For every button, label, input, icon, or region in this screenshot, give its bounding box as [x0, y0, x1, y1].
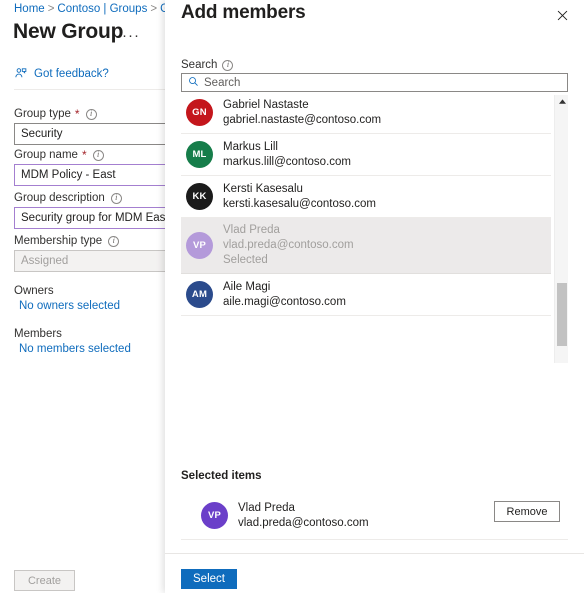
breadcrumb-separator-2: >	[150, 3, 158, 15]
search-placeholder: Search	[204, 76, 241, 89]
info-icon[interactable]: i	[222, 59, 234, 71]
screen: Home>Contoso | Groups>Gr New Group ··· G…	[0, 0, 584, 593]
list-item-email: vlad.preda@contoso.com	[223, 239, 354, 251]
scroll-up-icon[interactable]	[555, 95, 569, 108]
add-members-dialog: Add members Search i Search GN Gabriel N…	[165, 0, 584, 593]
field-group-name: Group name * i MDM Policy - East	[14, 149, 176, 186]
search-label-text: Search	[181, 59, 218, 71]
scrollbar-thumb[interactable]	[557, 283, 567, 346]
got-feedback-label: Got feedback?	[34, 67, 109, 80]
avatar: VP	[186, 232, 213, 259]
label-text: Membership type	[14, 235, 103, 247]
members-label: Members	[14, 328, 62, 340]
breadcrumb-separator: >	[47, 3, 55, 15]
people-list[interactable]: aile.magi@contoso.com GN Gabriel Nastast…	[181, 95, 568, 363]
search-icon	[188, 74, 199, 92]
list-item-state: Selected	[223, 254, 268, 266]
list-item[interactable]: GN Gabriel Nastaste gabriel.nastaste@con…	[181, 95, 551, 134]
list-scrollbar[interactable]	[554, 95, 568, 363]
selected-item-row: VP Vlad Preda vlad.preda@contoso.com Rem…	[181, 492, 568, 540]
breadcrumb: Home>Contoso | Groups>Gr	[14, 3, 173, 15]
required-marker: *	[81, 148, 87, 162]
list-item[interactable]: AM Aile Magi aile.magi@contoso.com	[181, 274, 551, 316]
more-options-button[interactable]: ···	[122, 28, 140, 43]
row-text: Gabriel Nastaste gabriel.nastaste@contos…	[223, 98, 381, 128]
membership-type-value: Assigned	[21, 255, 69, 267]
page-title: New Group	[13, 20, 124, 43]
required-marker: *	[74, 107, 80, 121]
info-icon[interactable]: i	[108, 235, 120, 247]
list-item-email: aile.magi@contoso.com	[223, 295, 346, 308]
dialog-title: Add members	[181, 2, 306, 23]
info-icon[interactable]: i	[92, 149, 104, 161]
dialog-footer-divider	[165, 553, 584, 554]
list-item-name: Markus Lill	[223, 140, 278, 153]
selected-item-name: Vlad Preda	[238, 501, 295, 514]
row-text: Vlad Preda vlad.preda@contoso.com Select…	[223, 223, 354, 268]
avatar: AM	[186, 281, 213, 308]
new-group-page: Home>Contoso | Groups>Gr New Group ··· G…	[0, 0, 176, 593]
close-icon[interactable]	[551, 4, 573, 26]
group-name-value: MDM Policy - East	[21, 169, 116, 181]
row-text: Markus Lill markus.lill@contoso.com	[223, 140, 351, 170]
field-group-type: Group type * i Security	[14, 108, 176, 145]
group-type-select[interactable]: Security	[14, 123, 176, 145]
list-item-name: Kersti Kasesalu	[223, 182, 303, 195]
list-item-selected[interactable]: VP Vlad Preda vlad.preda@contoso.com Sel…	[181, 218, 551, 274]
got-feedback-button[interactable]: Got feedback?	[14, 67, 109, 80]
create-button: Create	[14, 570, 75, 591]
field-group-description: Group description i Security group for M…	[14, 192, 176, 229]
list-item-email: markus.lill@contoso.com	[223, 155, 351, 168]
row-text: Aile Magi aile.magi@contoso.com	[223, 280, 346, 310]
field-membership-type: Membership type i Assigned	[14, 235, 176, 272]
info-icon[interactable]: i	[110, 192, 122, 204]
feedback-person-icon	[14, 67, 27, 80]
label-text: Group description	[14, 192, 105, 204]
select-button[interactable]: Select	[181, 569, 237, 589]
info-icon[interactable]: i	[85, 108, 97, 120]
list-item[interactable]: ML Markus Lill markus.lill@contoso.com	[181, 134, 551, 176]
row-text: Kersti Kasesalu kersti.kasesalu@contoso.…	[223, 182, 376, 212]
membership-type-select: Assigned	[14, 250, 176, 272]
section-owners: Owners No owners selected	[14, 285, 176, 312]
group-description-value: Security group for MDM East	[21, 212, 169, 224]
field-group-type-label: Group type * i	[14, 108, 176, 120]
list-item-name: Aile Magi	[223, 280, 271, 293]
avatar: ML	[186, 141, 213, 168]
avatar: KK	[186, 183, 213, 210]
members-select-link[interactable]: No members selected	[14, 343, 176, 355]
selected-items-heading: Selected items	[181, 470, 262, 482]
selected-item-email: vlad.preda@contoso.com	[238, 516, 369, 529]
field-group-description-label: Group description i	[14, 192, 176, 204]
field-group-name-label: Group name * i	[14, 149, 176, 161]
field-membership-type-label: Membership type i	[14, 235, 176, 247]
group-name-input[interactable]: MDM Policy - East	[14, 164, 176, 186]
breadcrumb-item-contoso-groups[interactable]: Contoso | Groups	[57, 3, 147, 15]
people-list-rows: aile.magi@contoso.com GN Gabriel Nastast…	[181, 95, 551, 316]
label-text: Group name	[14, 149, 78, 161]
list-item-email: gabriel.nastaste@contoso.com	[223, 113, 382, 126]
remove-button[interactable]: Remove	[494, 501, 560, 522]
section-members: Members No members selected	[14, 328, 176, 355]
row-text: Vlad Preda vlad.preda@contoso.com	[238, 501, 369, 531]
group-type-value: Security	[21, 128, 63, 140]
label-text: Group type	[14, 108, 71, 120]
avatar: VP	[201, 502, 228, 529]
list-item-email: kersti.kasesalu@contoso.com	[223, 197, 376, 210]
search-label: Search i	[181, 59, 234, 71]
owners-label: Owners	[14, 285, 54, 297]
divider-top	[14, 89, 176, 90]
breadcrumb-item-home[interactable]: Home	[14, 3, 45, 15]
avatar: GN	[186, 99, 213, 126]
group-description-input[interactable]: Security group for MDM East	[14, 207, 176, 229]
list-item-name: Vlad Preda	[223, 224, 280, 236]
owners-select-link[interactable]: No owners selected	[14, 300, 176, 312]
list-item-name: Gabriel Nastaste	[223, 98, 309, 111]
list-item[interactable]: KK Kersti Kasesalu kersti.kasesalu@conto…	[181, 176, 551, 218]
search-input[interactable]: Search	[181, 73, 568, 92]
